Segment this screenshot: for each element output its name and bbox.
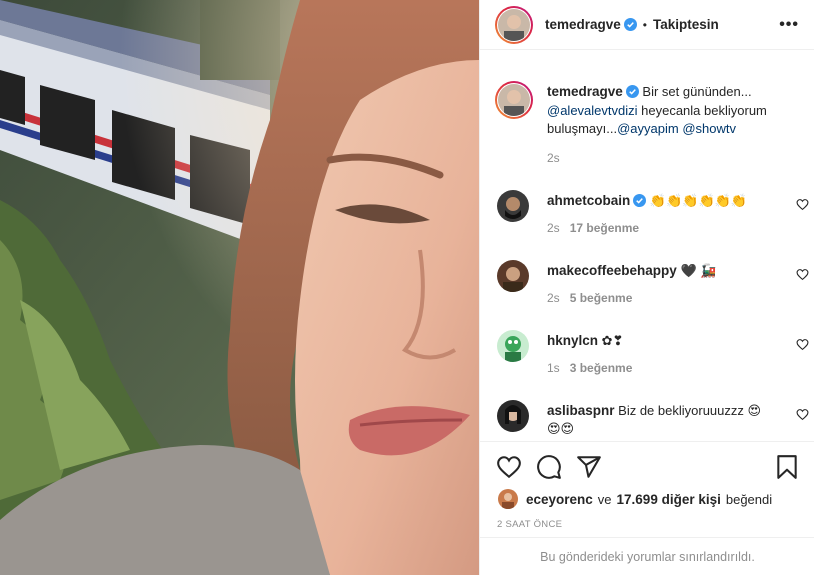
post-header: temedragve • Takiptesin ••• [480,0,814,50]
caption-time[interactable]: 2s [547,149,807,168]
liker-avatar[interactable] [498,489,518,509]
commenter-username[interactable]: hknylcn [547,333,598,348]
mention-link[interactable]: @ayyapim [617,121,679,136]
likes-summary: eceyorenc ve 17.699 diğer kişi beğendi [498,489,772,509]
likes-conj: ve [597,491,612,507]
comment-like-heart-icon[interactable] [796,338,809,351]
liker-username[interactable]: eceyorenc [526,492,593,507]
comment-text: 🖤 🚂 [680,263,717,278]
comment-like-heart-icon[interactable] [796,268,809,281]
commenter-username[interactable]: ahmetcobain [547,193,630,208]
comments-scroll-area[interactable]: temedragve Bir set gününden... @alevalev… [480,61,814,441]
comment-text: ✿❣ [601,333,624,348]
heart-icon[interactable] [496,454,522,480]
separator-dot: • [642,17,647,32]
selfie-image [0,0,479,575]
commenter-avatar[interactable] [497,330,529,362]
instagram-post: temedragve • Takiptesin ••• temedragve B… [0,0,814,575]
post-sidebar: temedragve • Takiptesin ••• temedragve B… [479,0,814,575]
comment-like-heart-icon[interactable] [796,408,809,421]
likes-suffix: beğendi [725,491,773,507]
comment-like-heart-icon[interactable] [796,198,809,211]
commenter-avatar[interactable] [497,190,529,222]
comment-likes[interactable]: 3 beğenme [570,361,633,375]
comment-icon[interactable] [536,454,562,480]
verified-badge-icon [623,18,637,31]
verified-badge-icon [633,194,647,207]
comments-limited-notice: Bu gönderideki yorumlar sınırlandırıldı. [480,537,814,575]
comment-time[interactable]: 2s [547,291,560,305]
comment-likes[interactable]: 5 beğenme [570,291,633,305]
author-username[interactable]: temedragve [545,17,621,32]
comment-text: 👏👏👏👏👏👏 [649,193,748,208]
caption-text: Bir set gününden... [642,84,752,99]
share-icon[interactable] [576,454,602,480]
commenter-avatar[interactable] [497,400,529,432]
comment-time[interactable]: 1s [547,361,560,375]
bookmark-icon[interactable] [774,454,800,480]
caption-username[interactable]: temedragve [547,84,623,99]
post-actions: eceyorenc ve 17.699 diğer kişi beğendi 2… [480,441,814,575]
likes-others-link[interactable]: 17.699 diğer kişi [617,492,721,507]
commenter-avatar[interactable] [497,260,529,292]
mention-link[interactable]: @showtv [682,121,736,136]
commenter-username[interactable]: makecoffeebehappy [547,263,677,278]
mention-link[interactable]: @alevalevtvdizi [547,103,638,118]
caption-avatar[interactable] [498,84,530,116]
follow-status-button[interactable]: Takiptesin [653,17,719,32]
comment-likes[interactable]: 17 beğenme [570,221,639,235]
verified-badge-icon [625,85,639,98]
caption-avatar-ring[interactable] [495,81,533,119]
caption-text-block: temedragve Bir set gününden... @alevalev… [547,83,807,167]
author-avatar-ring[interactable] [495,5,533,44]
commenter-username[interactable]: aslibaspnr [547,403,615,418]
post-time[interactable]: 2 SAAT ÖNCE [497,519,562,530]
post-photo[interactable] [0,0,479,575]
comment-time[interactable]: 2s [547,221,560,235]
author-avatar[interactable] [498,8,530,41]
more-options-icon[interactable]: ••• [779,16,799,34]
